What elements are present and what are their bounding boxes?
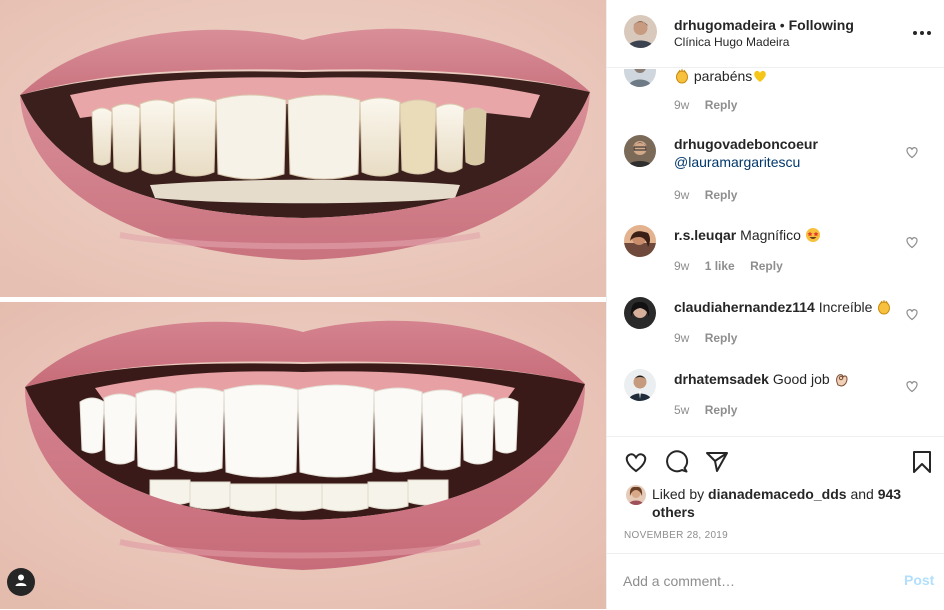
more-horizontal-icon — [910, 28, 934, 45]
comment-username[interactable]: drhatemsadek — [674, 371, 769, 387]
add-comment-row: Post — [607, 553, 944, 610]
comment-username[interactable]: drhugovadeboncoeur — [674, 136, 818, 152]
post-side-panel: drhugomadeira • Following Clínica Hugo M… — [606, 0, 944, 609]
comment-text: Increíble — [818, 299, 873, 315]
commenter-avatar[interactable] — [624, 297, 656, 329]
user-icon — [14, 573, 28, 592]
like-button[interactable] — [623, 449, 649, 475]
liked-by-prefix: Liked by — [652, 486, 705, 502]
share-icon — [704, 452, 730, 479]
post-image[interactable] — [0, 0, 606, 609]
heart-icon — [623, 453, 649, 479]
like-comment-button[interactable] — [905, 307, 919, 321]
like-comment-button[interactable] — [905, 379, 919, 393]
comment-time[interactable]: 9w — [674, 98, 689, 112]
commenter-avatar[interactable] — [624, 69, 656, 87]
liked-by-avatar[interactable] — [626, 485, 646, 505]
commenter-avatar[interactable] — [624, 135, 656, 167]
commenter-avatar[interactable] — [624, 225, 656, 257]
before-photo — [0, 0, 606, 297]
comment-input[interactable] — [623, 570, 873, 592]
like-comment-button[interactable] — [905, 145, 919, 159]
liked-by-text: Liked by dianademacedo_dds and 943 other… — [652, 485, 902, 521]
clapping-hands-emoji-icon — [876, 299, 892, 319]
post-location[interactable]: Clínica Hugo Madeira — [674, 35, 789, 49]
heart-outline-icon — [905, 308, 919, 325]
heart-outline-icon — [905, 380, 919, 397]
more-options-button[interactable] — [910, 21, 934, 41]
post-date[interactable]: NOVEMBER 28, 2019 — [624, 530, 728, 541]
comment-likes[interactable]: 1 like — [705, 259, 735, 273]
comment-username[interactable]: claudiahernandez114 — [674, 299, 815, 315]
author-username[interactable]: drhugomadeira — [674, 17, 776, 33]
reply-button[interactable]: Reply — [705, 188, 738, 202]
liked-by-and: and — [850, 486, 874, 502]
clapping-hands-emoji-icon — [674, 69, 690, 88]
reply-button[interactable]: Reply — [705, 331, 738, 345]
comment-text: Good job — [772, 371, 830, 387]
star-struck-emoji-icon — [805, 227, 821, 247]
comment-text: parabéns — [693, 69, 753, 84]
comment-time[interactable]: 5w — [674, 403, 689, 417]
comment-mention[interactable]: @lauramargaritescu — [674, 154, 800, 170]
share-button[interactable] — [704, 449, 730, 475]
like-comment-button[interactable] — [905, 235, 919, 249]
comment-icon — [664, 450, 690, 479]
comment-text: Magnífico — [740, 227, 801, 243]
tagged-users-button[interactable] — [7, 568, 35, 596]
comments-list[interactable]: parabéns 9w Reply drhugovadeboncoeur @la… — [607, 69, 944, 435]
post-comment-button[interactable]: Post — [904, 572, 934, 588]
author-avatar[interactable] — [624, 15, 657, 48]
comment-button[interactable] — [664, 449, 690, 475]
commenter-avatar[interactable] — [624, 369, 656, 401]
heart-outline-icon — [905, 146, 919, 163]
liked-by-user[interactable]: dianademacedo_dds — [708, 486, 847, 502]
save-button[interactable] — [909, 449, 935, 475]
comment-username[interactable]: r.s.leuqar — [674, 227, 736, 243]
reply-button[interactable]: Reply — [705, 403, 738, 417]
reply-button[interactable]: Reply — [750, 259, 783, 273]
comment-time[interactable]: 9w — [674, 259, 689, 273]
header-separator: • — [779, 17, 785, 33]
post-actions: Liked by dianademacedo_dds and 943 other… — [607, 436, 944, 609]
follow-status[interactable]: Following — [789, 17, 854, 33]
yellow-heart-emoji-icon — [752, 69, 768, 88]
after-photo — [0, 302, 606, 609]
post-header: drhugomadeira • Following Clínica Hugo M… — [607, 0, 944, 68]
comment-time[interactable]: 9w — [674, 188, 689, 202]
bookmark-icon — [909, 451, 935, 479]
comment-time[interactable]: 9w — [674, 331, 689, 345]
reply-button[interactable]: Reply — [705, 98, 738, 112]
ok-hand-emoji-icon — [834, 371, 850, 391]
heart-outline-icon — [905, 236, 919, 253]
